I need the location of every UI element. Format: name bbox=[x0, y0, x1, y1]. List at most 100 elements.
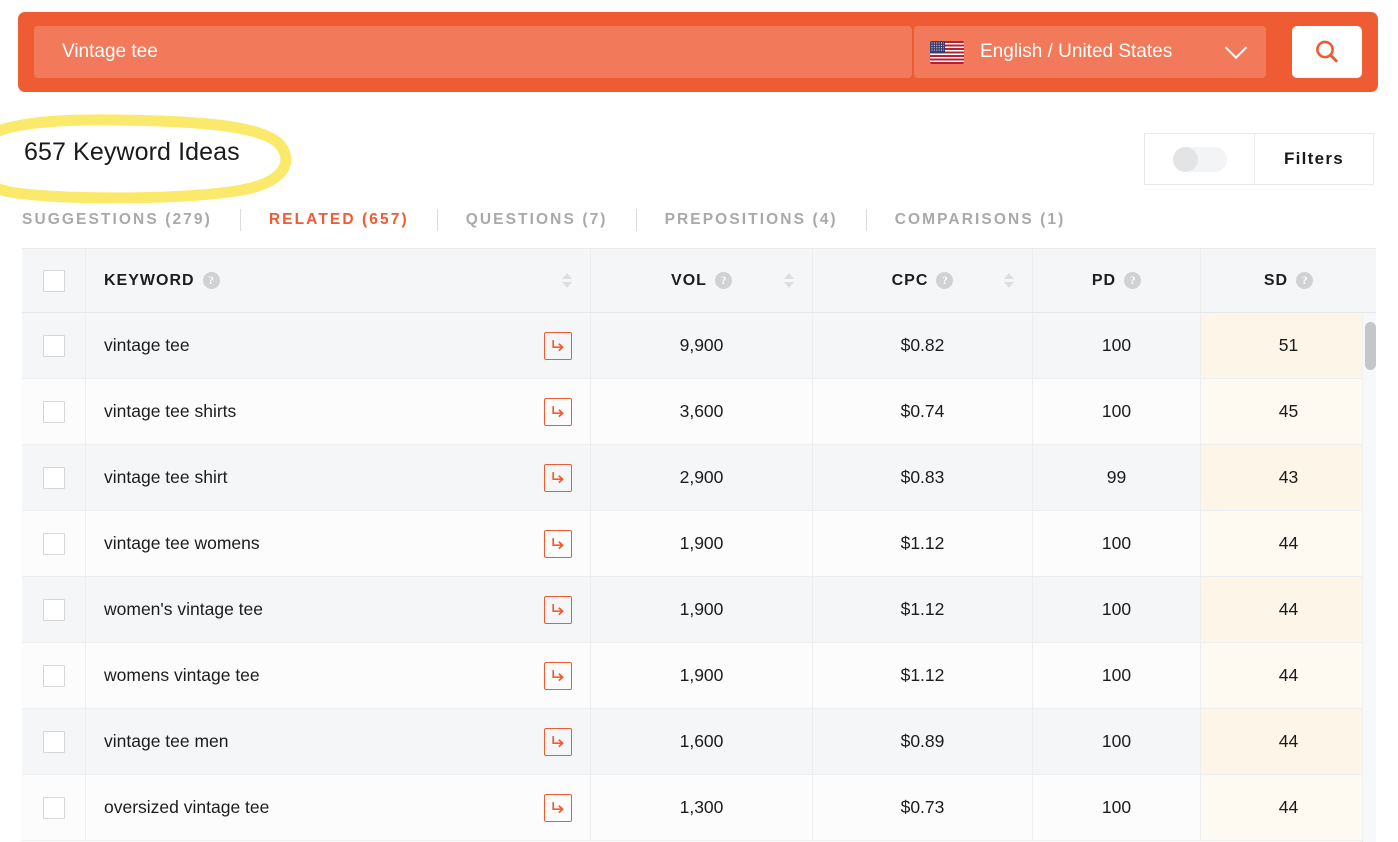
row-select-cell bbox=[22, 313, 86, 379]
add-to-list-button[interactable] bbox=[544, 793, 572, 822]
tab-related[interactable]: RELATED (657) bbox=[269, 211, 409, 229]
locale-label: English / United States bbox=[980, 41, 1173, 62]
cell-pd: 100 bbox=[1033, 313, 1201, 379]
toggle-knob bbox=[1172, 146, 1198, 172]
keyword-text: womens vintage tee bbox=[104, 665, 260, 685]
keyword-text: vintage tee shirt bbox=[104, 467, 228, 487]
cell-cpc: $0.73 bbox=[813, 775, 1033, 841]
cell-keyword: vintage tee womens bbox=[86, 511, 591, 577]
cpc-value: $0.74 bbox=[900, 401, 945, 421]
cpc-value: $1.12 bbox=[900, 533, 945, 553]
sd-value: 51 bbox=[1278, 335, 1299, 355]
tab-prepositions[interactable]: PREPOSITIONS (4) bbox=[665, 211, 838, 229]
cell-pd: 100 bbox=[1033, 511, 1201, 577]
cell-sd: 43 bbox=[1201, 445, 1376, 511]
row-checkbox[interactable] bbox=[42, 598, 65, 621]
cell-pd: 100 bbox=[1033, 643, 1201, 709]
cell-vol: 1,900 bbox=[591, 511, 813, 577]
add-to-list-button[interactable] bbox=[544, 595, 572, 624]
chevron-down-icon bbox=[1224, 36, 1248, 60]
row-select-cell bbox=[22, 643, 86, 709]
sort-control-cpc[interactable] bbox=[1004, 273, 1014, 288]
cell-vol: 1,900 bbox=[591, 643, 813, 709]
row-checkbox[interactable] bbox=[42, 400, 65, 423]
row-checkbox[interactable] bbox=[42, 466, 65, 489]
pd-value: 100 bbox=[1101, 731, 1132, 751]
locale-select[interactable]: English / United States bbox=[914, 26, 1266, 78]
sd-value: 44 bbox=[1278, 731, 1299, 751]
help-icon-keyword[interactable]: ? bbox=[202, 272, 220, 289]
cell-cpc: $1.12 bbox=[813, 577, 1033, 643]
tab-comparisons[interactable]: COMPARISONS (1) bbox=[895, 211, 1066, 229]
add-to-list-button[interactable] bbox=[544, 727, 572, 756]
pd-value: 100 bbox=[1101, 665, 1132, 685]
column-header-vol[interactable]: VOL ? bbox=[591, 249, 813, 313]
keyword-text: vintage tee bbox=[104, 335, 190, 355]
table-row[interactable]: oversized vintage tee 1,300 $0.73 100 44 bbox=[22, 775, 1376, 841]
tab-questions[interactable]: QUESTIONS (7) bbox=[466, 211, 608, 229]
help-icon-pd[interactable]: ? bbox=[1124, 272, 1142, 289]
table-header-row: KEYWORD ? VOL ? CPC ? PD ? SD ? bbox=[22, 249, 1376, 313]
add-to-list-button[interactable] bbox=[544, 331, 572, 360]
row-checkbox[interactable] bbox=[42, 664, 65, 687]
table-row[interactable]: womens vintage tee 1,900 $1.12 100 44 bbox=[22, 643, 1376, 709]
search-input[interactable] bbox=[34, 26, 912, 78]
scrollbar-thumb[interactable] bbox=[1365, 322, 1376, 370]
table-row[interactable]: vintage tee womens 1,900 $1.12 100 44 bbox=[22, 511, 1376, 577]
row-checkbox[interactable] bbox=[42, 532, 65, 555]
table-scrollbar[interactable] bbox=[1362, 314, 1376, 842]
help-icon-cpc[interactable]: ? bbox=[936, 272, 954, 289]
column-header-sd[interactable]: SD ? bbox=[1201, 249, 1376, 313]
help-icon-vol[interactable]: ? bbox=[714, 272, 732, 289]
table-row[interactable]: vintage tee men 1,600 $0.89 100 44 bbox=[22, 709, 1376, 775]
cell-keyword: oversized vintage tee bbox=[86, 775, 591, 841]
table-row[interactable]: vintage tee shirts 3,600 $0.74 100 45 bbox=[22, 379, 1376, 445]
add-to-list-arrow-icon bbox=[552, 471, 564, 483]
cell-pd: 100 bbox=[1033, 709, 1201, 775]
tab-suggestions[interactable]: SUGGESTIONS (279) bbox=[22, 211, 212, 229]
cell-pd: 100 bbox=[1033, 775, 1201, 841]
sd-value: 44 bbox=[1278, 533, 1299, 553]
column-label-sd: SD bbox=[1263, 271, 1289, 289]
row-select-cell bbox=[22, 379, 86, 445]
vol-value: 1,300 bbox=[679, 797, 724, 817]
column-header-keyword[interactable]: KEYWORD ? bbox=[86, 249, 591, 313]
row-checkbox[interactable] bbox=[42, 730, 65, 753]
add-to-list-button[interactable] bbox=[544, 661, 572, 690]
sort-control-keyword[interactable] bbox=[562, 273, 572, 288]
filters-button[interactable]: Filters bbox=[1255, 134, 1373, 184]
column-header-pd[interactable]: PD ? bbox=[1033, 249, 1201, 313]
table-row[interactable]: vintage tee 9,900 $0.82 100 51 bbox=[22, 313, 1376, 379]
vol-value: 1,600 bbox=[679, 731, 724, 751]
toggle-switch bbox=[1172, 146, 1227, 172]
cell-vol: 1,300 bbox=[591, 775, 813, 841]
cell-vol: 9,900 bbox=[591, 313, 813, 379]
cpc-value: $0.89 bbox=[900, 731, 945, 751]
cell-sd: 51 bbox=[1201, 313, 1376, 379]
us-flag-icon bbox=[930, 40, 964, 64]
search-button[interactable] bbox=[1292, 26, 1362, 78]
add-to-list-button[interactable] bbox=[544, 529, 572, 558]
cpc-value: $1.12 bbox=[900, 599, 945, 619]
cell-pd: 99 bbox=[1033, 445, 1201, 511]
add-to-list-button[interactable] bbox=[544, 463, 572, 492]
row-checkbox[interactable] bbox=[42, 334, 65, 357]
cell-pd: 100 bbox=[1033, 379, 1201, 445]
table-row[interactable]: vintage tee shirt 2,900 $0.83 99 43 bbox=[22, 445, 1376, 511]
cell-sd: 44 bbox=[1201, 643, 1376, 709]
keyword-text: oversized vintage tee bbox=[104, 797, 270, 817]
tab-separator bbox=[635, 209, 637, 231]
cell-pd: 100 bbox=[1033, 577, 1201, 643]
table-row[interactable]: women's vintage tee 1,900 $1.12 100 44 bbox=[22, 577, 1376, 643]
row-checkbox[interactable] bbox=[42, 796, 65, 819]
filters-toggle[interactable] bbox=[1145, 134, 1255, 184]
cell-keyword: womens vintage tee bbox=[86, 643, 591, 709]
cell-keyword: vintage tee bbox=[86, 313, 591, 379]
cell-sd: 44 bbox=[1201, 577, 1376, 643]
keyword-text: women's vintage tee bbox=[104, 599, 263, 619]
help-icon-sd[interactable]: ? bbox=[1296, 272, 1314, 289]
sort-control-vol[interactable] bbox=[784, 273, 794, 288]
select-all-checkbox[interactable] bbox=[42, 269, 65, 292]
add-to-list-button[interactable] bbox=[544, 397, 572, 426]
column-header-cpc[interactable]: CPC ? bbox=[813, 249, 1033, 313]
